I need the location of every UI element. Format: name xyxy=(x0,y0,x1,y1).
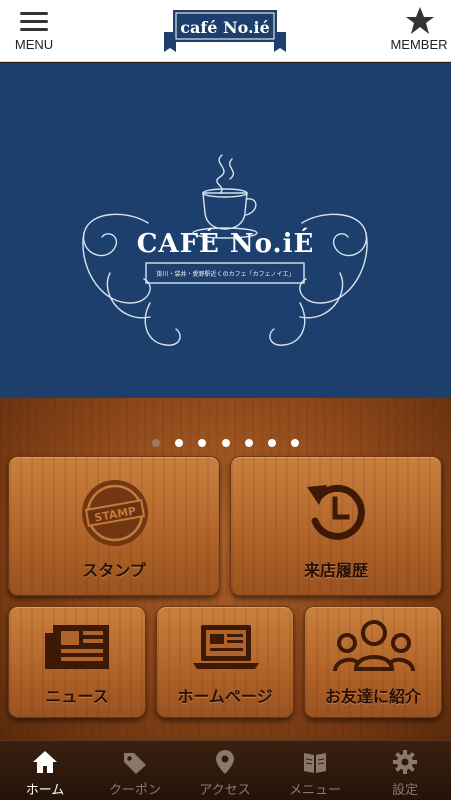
menu-label: MENU xyxy=(14,37,54,52)
tab-menu-label: メニュー xyxy=(288,783,341,798)
map-pin-icon xyxy=(216,750,234,774)
tab-home-label: ホーム xyxy=(25,783,65,798)
carousel-indicator xyxy=(0,432,451,447)
app-header: MENU café No.ié MEMBER xyxy=(0,0,451,62)
tab-coupon[interactable]: クーポン xyxy=(90,741,180,800)
stamp-label: スタンプ xyxy=(82,561,146,580)
carousel-dot[interactable] xyxy=(175,439,184,447)
gear-icon xyxy=(393,750,417,774)
hero-title: CAFÉ No.iÉ xyxy=(136,229,315,259)
menu-panel: STAMP スタンプ 来店履歴 ニュース ホームページ お友達に紹介 xyxy=(0,398,451,740)
newspaper-icon xyxy=(45,625,109,669)
invite-friends-label: お友達に紹介 xyxy=(324,687,421,706)
homepage-label: ホームページ xyxy=(177,687,273,706)
tag-icon xyxy=(124,753,146,774)
member-button[interactable]: MEMBER xyxy=(379,6,451,58)
visit-history-button[interactable]: 来店履歴 xyxy=(230,456,442,596)
book-icon xyxy=(304,753,326,773)
tab-access-label: アクセス xyxy=(199,783,251,798)
tab-settings[interactable]: 設定 xyxy=(360,741,450,800)
home-icon xyxy=(33,751,57,773)
news-label: ニュース xyxy=(45,687,109,706)
hamburger-icon xyxy=(20,12,48,32)
tab-home[interactable]: ホーム xyxy=(0,741,90,800)
stamp-button[interactable]: STAMP スタンプ xyxy=(8,456,220,596)
invite-friends-button[interactable]: お友達に紹介 xyxy=(304,606,442,718)
menu-button[interactable]: MENU xyxy=(0,6,74,58)
member-label: MEMBER xyxy=(390,37,448,52)
star-icon xyxy=(406,7,434,34)
coffee-cup-illustration xyxy=(82,154,368,346)
tab-access[interactable]: アクセス xyxy=(180,741,270,800)
tab-menu[interactable]: メニュー xyxy=(270,741,360,800)
laptop-icon xyxy=(193,625,259,669)
carousel-dot[interactable] xyxy=(244,439,253,447)
news-button[interactable]: ニュース xyxy=(8,606,146,718)
carousel-dot[interactable] xyxy=(152,439,161,447)
history-icon xyxy=(307,484,365,540)
logo-text: café No.ié xyxy=(180,18,270,37)
stamp-icon: STAMP xyxy=(82,480,148,546)
visit-history-label: 来店履歴 xyxy=(303,561,368,580)
homepage-button[interactable]: ホームページ xyxy=(156,606,294,718)
carousel-dot[interactable] xyxy=(221,439,230,447)
carousel-dot[interactable] xyxy=(198,439,207,447)
tab-settings-label: 設定 xyxy=(391,783,418,798)
friends-icon xyxy=(333,620,415,672)
bottom-tab-bar: ホーム クーポン アクセス メニュー 設定 xyxy=(0,740,451,800)
hero-banner[interactable]: CAFÉ No.iÉ 掛川・袋井・愛野駅近くのカフェ「カフェノイエ」 xyxy=(0,63,451,398)
hero-subtitle: 掛川・袋井・愛野駅近くのカフェ「カフェノイエ」 xyxy=(156,271,295,278)
carousel-dot[interactable] xyxy=(267,439,276,447)
carousel-dot[interactable] xyxy=(290,439,299,447)
tab-coupon-label: クーポン xyxy=(108,783,161,798)
cafe-logo[interactable]: café No.ié xyxy=(164,8,286,52)
